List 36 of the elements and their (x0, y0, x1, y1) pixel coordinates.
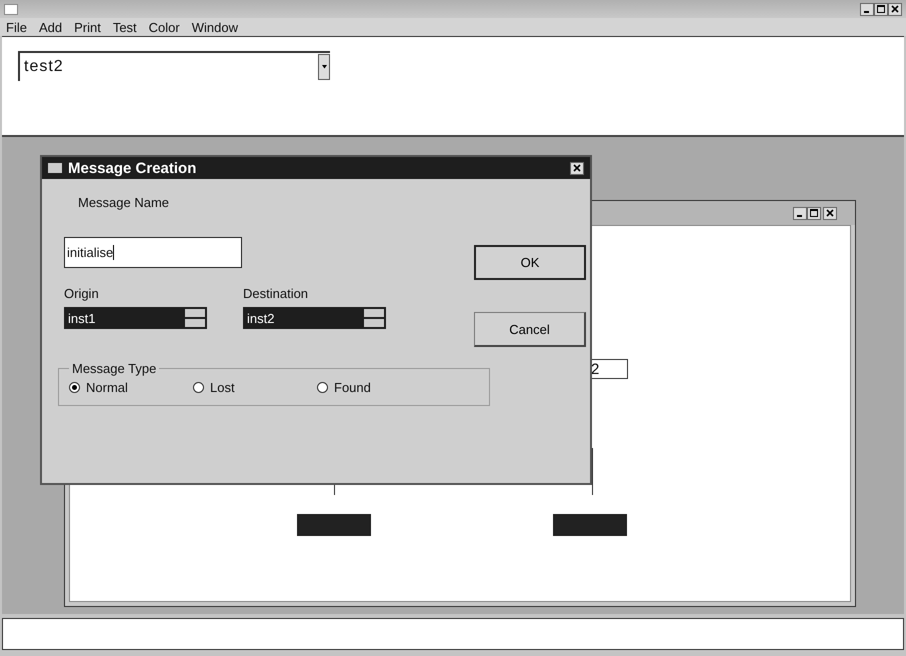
window-icon[interactable] (4, 4, 18, 14)
menu-item[interactable]: File (6, 20, 27, 34)
close-icon (826, 209, 834, 217)
destination-spinner[interactable]: inst2 (243, 307, 386, 329)
spin-arrows-icon[interactable] (364, 309, 384, 327)
minimize-button[interactable] (860, 2, 874, 16)
maximize-icon (877, 5, 885, 13)
menu-item[interactable]: Window (192, 20, 238, 34)
close-icon (891, 5, 899, 13)
menu-item[interactable]: Test (112, 20, 137, 34)
field-label: Origin (64, 286, 100, 301)
menu-item[interactable]: Color (148, 20, 180, 34)
radio-option[interactable]: Normal (69, 380, 193, 395)
dialog-title: Message Creation (68, 160, 196, 176)
menu-item[interactable]: Print (74, 20, 101, 34)
maximize-button[interactable] (874, 2, 888, 16)
close-button[interactable] (888, 2, 902, 16)
dialog-button[interactable]: OK (474, 245, 586, 280)
radio-option[interactable]: Lost (193, 380, 317, 395)
group-label: Message Type (71, 361, 158, 376)
close-button[interactable] (823, 206, 837, 220)
lifeline (592, 448, 593, 495)
maximize-icon (810, 209, 818, 217)
radio-option[interactable]: Found (317, 380, 441, 395)
dialog-button[interactable]: Cancel (474, 312, 586, 347)
maximize-button[interactable] (807, 206, 821, 220)
field-label: Destination (243, 286, 310, 301)
origin-spinner[interactable]: inst1 (64, 307, 207, 329)
field-label: Message Name (78, 195, 170, 210)
spin-arrows-icon[interactable] (185, 309, 205, 327)
diagram-dropdown[interactable]: test2 (18, 51, 330, 81)
close-button[interactable] (570, 162, 584, 174)
menu-item[interactable]: Add (38, 20, 62, 34)
close-icon (573, 164, 581, 172)
message-name-field[interactable]: initialise (64, 237, 242, 268)
minimize-button[interactable] (793, 206, 807, 220)
